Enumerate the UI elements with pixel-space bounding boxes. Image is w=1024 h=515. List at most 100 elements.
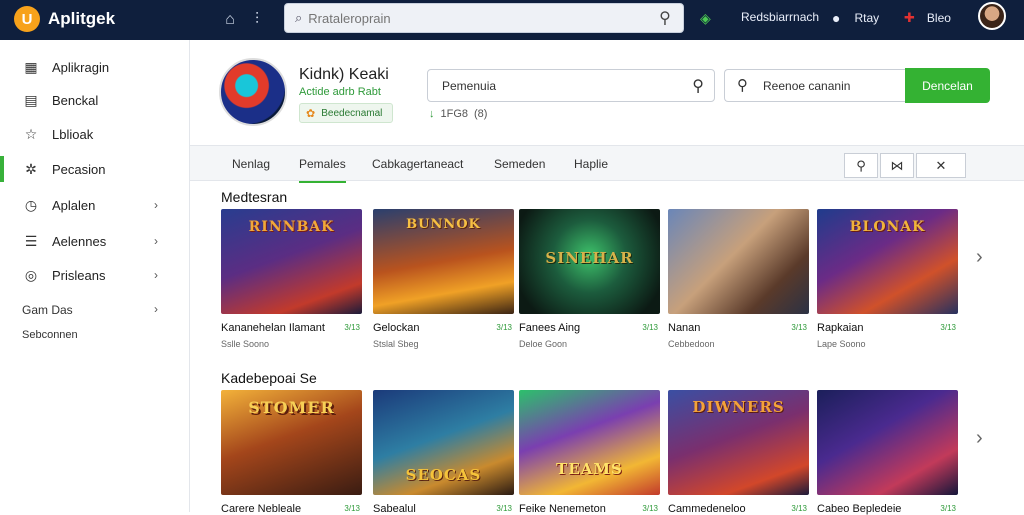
game-card[interactable]: BLONAK Rapkaian 3/13 Lape Soono <box>817 209 958 349</box>
sidebar-item-5[interactable]: ☰ Aelennes › <box>0 226 189 256</box>
primary-field[interactable]: Pemenuia ⚲ <box>427 69 715 102</box>
sidebar-item-label: Aelennes <box>52 233 107 249</box>
game-publisher: Sslle Soono <box>221 339 270 349</box>
game-rating: 3/13 <box>344 323 360 332</box>
tab-1[interactable]: Pemales <box>299 157 346 183</box>
game-thumbnail: SINEHAR <box>519 209 660 314</box>
game-thumbnail: BLONAK <box>817 209 958 314</box>
game-card[interactable]: STOMER Carere Nebleale 3/13 <box>221 390 362 515</box>
chevron-right-icon: › <box>154 302 158 316</box>
app-developer[interactable]: Actide adrb Rabt <box>299 86 381 98</box>
game-card[interactable]: RINNBAK Kananehelan Ilamant 3/13 Sslle S… <box>221 209 362 349</box>
sidebar-item-label: Benckal <box>52 92 99 108</box>
game-name: Cammedeneloo <box>668 503 746 515</box>
app-downloads: 1FG8 <box>440 108 469 120</box>
game-name: Nanan <box>668 322 701 334</box>
close-button[interactable]: ✕ <box>916 153 966 178</box>
top-link-3-label: Bleo <box>926 11 951 25</box>
primary-field-value: Pemenuia <box>442 78 497 93</box>
puzzle-icon: ✲ <box>25 160 37 177</box>
game-thumbnail: STOMER <box>221 390 362 495</box>
sidebar-item-4[interactable]: ◷ Aplalen › <box>0 190 189 220</box>
game-thumbnail: RINNBAK <box>221 209 362 314</box>
search-icon[interactable]: ⚲ <box>692 76 704 96</box>
game-card[interactable]: SINEHAR Fanees Aing 3/13 Deloe Goon <box>519 209 660 349</box>
tab-2[interactable]: Cabkagertaneact <box>372 157 463 171</box>
sidebar-link-more[interactable]: Sebconnen <box>22 329 78 341</box>
sidebar-item-6[interactable]: ◎ Prisleans › <box>0 260 189 290</box>
clock-icon: ◷ <box>24 196 38 213</box>
game-card[interactable]: TEAMS Feike Nenemeton 3/13 <box>519 390 660 515</box>
game-name: Rapkaian <box>817 322 864 334</box>
sidebar-item-2[interactable]: ☆ Lblioak <box>0 119 189 149</box>
chat-icon: ● <box>832 10 841 26</box>
game-name: Gelockan <box>373 322 420 334</box>
gift-icon: ✚ <box>904 10 915 25</box>
sort-icon: ⋈ <box>890 157 904 173</box>
target-icon: ◎ <box>24 266 38 283</box>
notification-icon[interactable]: ◈ <box>700 10 711 27</box>
filter-icon: ⚲ <box>856 157 866 173</box>
sidebar-link-games[interactable]: Gam Das <box>22 303 73 317</box>
game-card[interactable]: SEOCAS Sabealul 3/13 <box>373 390 514 515</box>
filter-button[interactable]: ⚲ <box>844 153 878 178</box>
secondary-field-value: Reenoe cananin <box>763 78 851 93</box>
search-icon: ⚲ <box>737 77 748 94</box>
game-rating: 3/13 <box>791 323 807 332</box>
tab-0[interactable]: Nenlag <box>232 157 270 171</box>
game-name: Cabeo Bepledeie <box>817 503 902 515</box>
top-link-1-label: Redsbiarrnach <box>741 10 820 24</box>
thumbnail-art-text: RINNBAK <box>248 219 335 235</box>
grid-icon: ▦ <box>24 58 38 75</box>
chart-icon[interactable]: ⫶ <box>246 9 268 31</box>
game-thumbnail: DIWNERS <box>668 390 809 495</box>
top-link-3[interactable]: ✚ Bleo <box>904 10 951 26</box>
game-card[interactable]: DIWNERS Cammedeneloo 3/13 <box>668 390 809 515</box>
logo[interactable]: U Aplitgek <box>14 6 115 32</box>
thumbnail-art-text: STOMER <box>248 398 335 417</box>
chevron-right-icon: › <box>154 234 158 248</box>
section-title: Kadebepoai Se <box>221 370 317 386</box>
sidebar-item-label: Prisleans <box>52 267 106 283</box>
sort-button[interactable]: ⋈ <box>880 153 914 178</box>
app-size: (8) <box>474 108 488 120</box>
app-title: Kidnk) Keaki <box>299 66 389 83</box>
game-publisher: Cebbedoon <box>668 339 715 349</box>
secondary-field[interactable]: ⚲ Reenoe cananin <box>724 69 906 102</box>
chevron-right-icon: › <box>154 198 158 212</box>
sidebar-item-0[interactable]: ▦ Aplikragin <box>0 52 189 82</box>
action-button[interactable]: Dencelan <box>905 68 990 103</box>
list-icon: ☰ <box>24 232 38 249</box>
sidebar-item-1[interactable]: ▤ Benckal <box>0 85 189 115</box>
game-thumbnail <box>668 209 809 314</box>
avatar[interactable] <box>978 2 1006 30</box>
search-bar: ⌕ ⚲ <box>284 3 684 33</box>
thumbnail-art-text: BUNNOK <box>406 217 481 232</box>
sidebar: ▦ Aplikragin ▤ Benckal ☆ Lblioak ✲ Pecas… <box>0 40 190 512</box>
sidebar-item-label: Pecasion <box>52 161 106 177</box>
game-card[interactable]: Cabeo Bepledeie 3/13 <box>817 390 958 515</box>
sidebar-item-label: Lblioak <box>52 126 94 142</box>
logo-text: Aplitgek <box>48 9 116 28</box>
badge-icon: ✿ <box>306 107 316 120</box>
sidebar-item-3[interactable]: ✲ Pecasion <box>0 154 189 184</box>
search-icon: ⌕ <box>295 10 303 25</box>
search-input[interactable] <box>308 10 609 26</box>
home-icon[interactable]: ⌂ <box>219 9 241 31</box>
chevron-right-icon[interactable]: › <box>976 427 983 450</box>
tab-4[interactable]: Haplie <box>574 157 608 171</box>
game-name: Kananehelan Ilamant <box>221 322 325 334</box>
game-name: Sabealul <box>373 503 416 515</box>
game-name: Carere Nebleale <box>221 503 302 515</box>
section-title: Medtesran <box>221 189 288 205</box>
tab-3[interactable]: Semeden <box>494 157 545 171</box>
app-tag-label: Beedecnamal <box>321 107 383 119</box>
app-meta: ↓ 1FG8 (8) <box>429 108 487 120</box>
chevron-right-icon[interactable]: › <box>976 246 983 269</box>
top-link-2-label: Rtay <box>854 11 880 25</box>
game-card[interactable]: Nanan 3/13 Cebbedoon <box>668 209 809 349</box>
top-link-1[interactable]: Redsbiarrnach <box>741 10 819 24</box>
top-link-2[interactable]: ● Rtay <box>832 10 879 26</box>
search-button-icon[interactable]: ⚲ <box>647 4 683 32</box>
game-card[interactable]: BUNNOK Gelockan 3/13 Stslal Sbeg <box>373 209 514 349</box>
